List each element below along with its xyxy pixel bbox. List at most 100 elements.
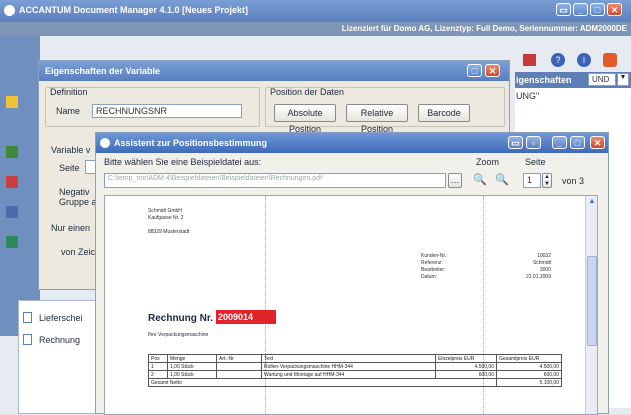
name-label: Name <box>56 106 81 116</box>
sidebar-icon-folder[interactable] <box>6 96 18 108</box>
table-cell: 2 <box>148 370 168 379</box>
table-total-row: Gesamt Netto 5.100,00 <box>148 378 562 387</box>
sidebar-icon-document[interactable] <box>6 146 18 158</box>
variable-label: Variable v <box>51 145 91 155</box>
absolute-position-button[interactable]: Absolute Position <box>274 104 336 134</box>
table-cell: 4.500,00 <box>496 362 562 371</box>
meta-row: Bearbeiter: 3000 <box>421 267 551 273</box>
invoice-number-selection[interactable]: 2009014 <box>216 310 276 324</box>
invoice-subject: Ihre Verpackungsmaschine <box>148 332 209 338</box>
operator-dropdown[interactable]: UND <box>588 73 616 86</box>
sender-line: Kaufgasse Nr. 2 <box>148 215 184 221</box>
relative-position-button[interactable]: Relative Position <box>346 104 408 134</box>
invoice-label: Rechnung Nr. <box>148 313 214 324</box>
main-window-title: ACCANTUM Document Manager 4.1.0 [Neues P… <box>19 5 249 15</box>
assistant-title: Assistent zur Positionsbestimmung <box>114 138 268 148</box>
list-item-label: Rechnung <box>39 335 81 345</box>
table-row: 2 1,00 Stück Wartung und Montage auf HHM… <box>148 370 562 379</box>
assistant-close-button[interactable]: ✕ <box>590 136 605 149</box>
license-bar: Lizenziert für Domo AG, Lizenztyp: Full … <box>0 22 631 36</box>
assistant-minimize-button[interactable]: _ <box>552 136 567 149</box>
license-text: Lizenziert für Domo AG, Lizenztyp: Full … <box>341 24 627 33</box>
definition-group-label: Definition <box>50 87 88 97</box>
list-item-label: Lieferschei <box>39 313 83 323</box>
invoice-items-table: Pos Menge Art.-Nr Text Einzelpreis EUR G… <box>148 354 562 387</box>
table-cell: 4.500,00 <box>435 362 497 371</box>
properties-close-button[interactable]: ✕ <box>485 64 500 77</box>
name-field[interactable]: RECHNUNGSNR <box>92 104 242 118</box>
info-icon[interactable]: i <box>577 53 591 67</box>
position-group: Position der Daten Absolute Position Rel… <box>265 87 505 134</box>
file-prompt-label: Bitte wählen Sie eine Beispieldatei aus: <box>104 157 262 167</box>
restore-icon[interactable]: ▭ <box>556 3 571 16</box>
scroll-up-icon[interactable]: ▲ <box>586 198 597 208</box>
app-logo-icon <box>4 5 15 16</box>
sidebar-icon-mail[interactable] <box>6 176 18 188</box>
maximize-button[interactable]: □ <box>590 3 605 16</box>
meta-row: Kunden-Nr.: 10032 <box>421 253 551 259</box>
zoom-in-icon[interactable]: 🔍 <box>473 173 487 187</box>
position-group-label: Position der Daten <box>270 87 345 97</box>
browse-button[interactable]: … <box>448 173 462 188</box>
sidebar-icon-page[interactable] <box>6 236 18 248</box>
page-total-label: von 3 <box>562 176 585 186</box>
table-header-row: Pos Menge Art.-Nr Text Einzelpreis EUR G… <box>148 354 562 363</box>
help-icon[interactable]: ? <box>551 53 565 67</box>
document-icon <box>23 334 32 345</box>
position-assistant-dialog: Assistent zur Positionsbestimmung ▭ ▫ _ … <box>95 132 609 415</box>
page-number-field[interactable]: 1 <box>523 173 541 188</box>
table-cell: 600,00 <box>435 370 497 379</box>
von-zeichen-label: von Zeic <box>61 247 96 257</box>
minimize-button[interactable]: _ <box>573 3 588 16</box>
total-value: 5.100,00 <box>496 378 562 387</box>
sender-line: 88329 Musterstadt <box>148 229 190 235</box>
table-cell: 600,00 <box>496 370 562 379</box>
exit-icon[interactable] <box>603 53 617 67</box>
table-cell: Wartung und Montage auf HHM-344 <box>261 370 436 379</box>
column-header: Pos <box>148 354 168 363</box>
file-path-field[interactable]: C:\temp_tmr\ADM 4\Beispieldateien\Beispi… <box>104 173 446 188</box>
page-stepper[interactable]: ▲ ▼ <box>542 173 552 188</box>
table-row: 1 1,00 Stück Rollen-Verpackungsmaschine … <box>148 362 562 371</box>
invoice-meta: Kunden-Nr.: 10032 Referenz: Schmidt Bearbe… <box>421 253 551 281</box>
table-cell: 1 <box>148 362 168 371</box>
scroll-thumb[interactable] <box>587 256 597 346</box>
column-header: Text <box>261 354 436 363</box>
chevron-down-icon[interactable]: ▼ <box>617 73 629 86</box>
right-panel-header: igenschaften UND ▼ <box>515 72 631 88</box>
meta-row: Referenz: Schmidt <box>421 260 551 266</box>
table-cell <box>216 370 262 379</box>
main-titlebar: ACCANTUM Document Manager 4.1.0 [Neues P… <box>0 0 631 22</box>
total-label: Gesamt Netto <box>148 378 497 387</box>
assistant-maximize-button[interactable]: □ <box>570 136 585 149</box>
zoom-label: Zoom <box>476 157 500 167</box>
column-header: Gesamtpreis EUR <box>496 354 562 363</box>
document-preview[interactable]: Schmidt GmbH Kaufgasse Nr. 2 88329 Muste… <box>104 195 598 415</box>
sidebar-icon-gear[interactable] <box>6 206 18 218</box>
seite-label: Seite <box>59 163 80 173</box>
column-header: Menge <box>167 354 217 363</box>
properties-title: Eigenschaften der Variable <box>45 66 161 76</box>
right-panel-title: igenschaften <box>516 75 572 85</box>
table-cell: 1,00 Stück <box>167 370 217 379</box>
barcode-button[interactable]: Barcode <box>418 104 470 122</box>
preview-scrollbar[interactable]: ▲ <box>585 196 597 414</box>
assistant-restore-button[interactable]: ▭ <box>508 136 523 149</box>
assistant-titlebar: Assistent zur Positionsbestimmung ▭ ▫ _ … <box>96 133 608 153</box>
gruppe-label: Gruppe a <box>59 197 97 207</box>
right-toolbar: ? i <box>515 52 631 70</box>
table-cell: Rollen-Verpackungsmaschine HHM-344 <box>261 362 436 371</box>
column-header: Einzelpreis EUR <box>435 354 497 363</box>
flag-icon[interactable] <box>523 54 536 66</box>
assistant-pin-button[interactable]: ▫ <box>526 136 541 149</box>
nur-einen-label: Nur einen <box>51 223 91 233</box>
table-cell: 1,00 Stück <box>167 362 217 371</box>
zoom-out-icon[interactable]: 🔍 <box>495 173 509 187</box>
properties-titlebar: Eigenschaften der Variable □ ✕ <box>39 61 509 81</box>
sidebar <box>0 36 40 336</box>
properties-maximize-button[interactable]: □ <box>467 64 482 77</box>
close-button[interactable]: ✕ <box>607 3 622 16</box>
document-icon <box>23 312 32 323</box>
column-header: Art.-Nr <box>216 354 262 363</box>
meta-row: Datum: 22.01.2009 <box>421 274 551 280</box>
